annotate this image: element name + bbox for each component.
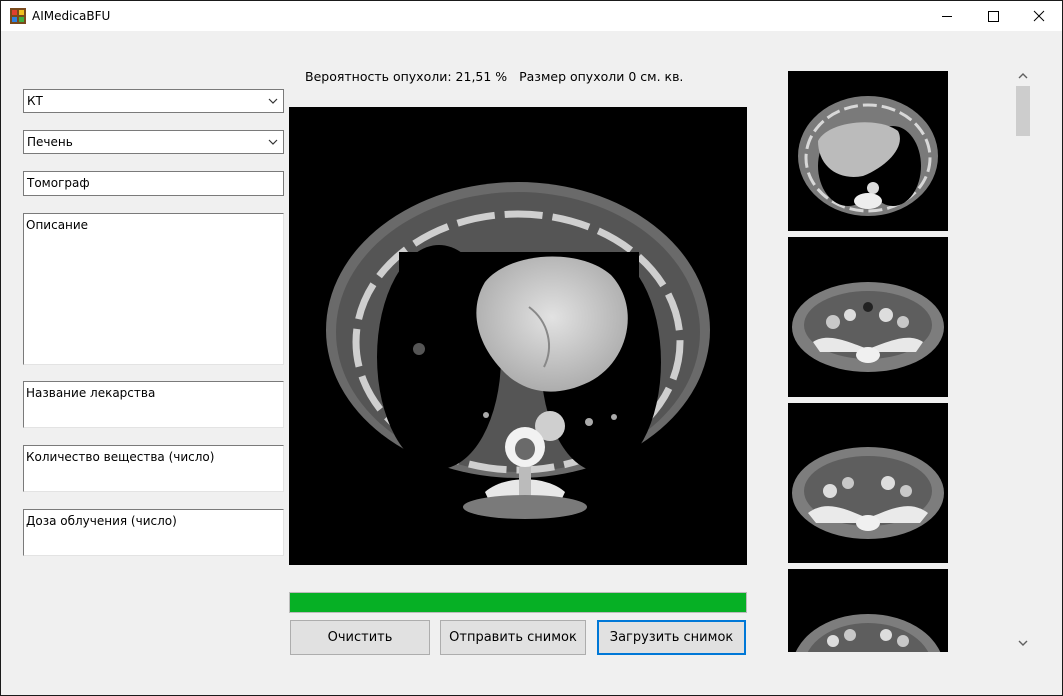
thumbnail-scrollbar[interactable] [1013,67,1032,655]
description-field[interactable]: Описание [23,213,284,365]
load-image-button[interactable]: Загрузить снимок [597,620,746,655]
pelvis-ct-thumbnail [795,614,941,652]
scrollbar-thumb[interactable] [1016,86,1030,136]
description-value: Описание [26,218,89,232]
probability-value: 21,51 % [455,69,508,84]
device-value: Томограф [27,176,90,190]
send-image-button[interactable]: Отправить снимок [440,620,586,655]
modality-value: КТ [27,94,43,108]
scroll-up-icon[interactable] [1017,71,1029,81]
thumbnail-pelvis-2[interactable] [788,569,948,652]
organ-value: Печень [27,135,73,149]
chevron-down-icon [268,98,278,104]
device-field[interactable]: Томограф [23,171,284,196]
thumbnail-chest[interactable] [788,71,948,231]
progress-fill [290,593,746,612]
maximize-button[interactable] [970,1,1016,31]
organ-select[interactable]: Печень [23,130,284,154]
window-title: AIMedicaBFU [32,9,111,23]
size-label: Размер опухоли [519,69,625,84]
abdomen-ct-thumbnail [792,282,944,372]
modality-select[interactable]: КТ [23,89,284,113]
close-icon [1033,10,1045,22]
tumor-status: Вероятность опухоли: 21,51 % Размер опух… [305,69,683,84]
minimize-button[interactable] [924,1,970,31]
maximize-icon [988,11,999,22]
substance-amount-field[interactable]: Количество вещества (число) [23,445,284,492]
thumbnail-pelvis[interactable] [788,403,948,563]
chest-ct-thumbnail [798,96,938,216]
pelvis-ct-thumbnail [792,447,944,539]
thumbnail-abdomen[interactable] [788,237,948,397]
substance-amount-value: Количество вещества (число) [26,450,215,464]
scroll-down-icon[interactable] [1017,638,1029,648]
minimize-icon [942,16,952,17]
radiation-dose-field[interactable]: Доза облучения (число) [23,509,284,556]
drug-name-value: Название лекарства [26,386,156,400]
app-window: AIMedicaBFU КТ Печень Томограф Описание … [0,0,1063,696]
chest-ct-slice-image [326,182,710,519]
app-icon [10,8,26,24]
clear-button[interactable]: Очистить [290,620,430,655]
radiation-dose-value: Доза облучения (число) [26,514,177,528]
analysis-progress-bar [289,592,747,613]
title-bar[interactable]: AIMedicaBFU [1,1,1062,31]
drug-name-field[interactable]: Название лекарства [23,381,284,428]
close-button[interactable] [1016,1,1062,31]
size-value: 0 см. кв. [628,69,684,84]
main-ct-image [289,107,747,565]
probability-label: Вероятность опухоли: [305,69,452,84]
chevron-down-icon [268,139,278,145]
